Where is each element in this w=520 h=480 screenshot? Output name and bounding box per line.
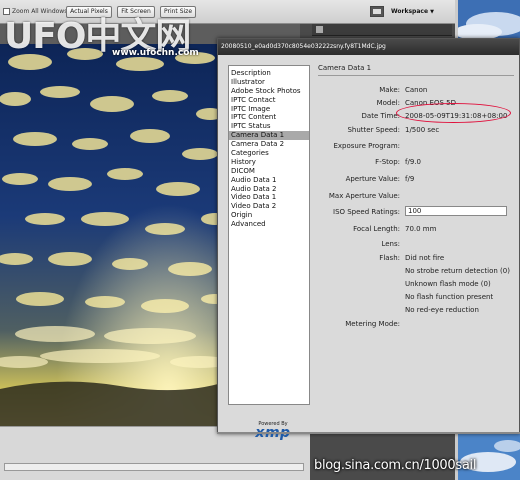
- aperture-value-label: Aperture Value:: [345, 175, 400, 183]
- lens-label: Lens:: [381, 240, 400, 248]
- xmp-badge: Powered By xmp: [248, 421, 298, 440]
- category-item[interactable]: Description: [229, 69, 309, 78]
- category-item[interactable]: DICOM: [229, 167, 309, 176]
- category-item[interactable]: Advanced: [229, 220, 309, 229]
- iso-field[interactable]: 100: [405, 206, 507, 216]
- category-item[interactable]: IPTC Content: [229, 113, 309, 122]
- category-item[interactable]: IPTC Status: [229, 122, 309, 131]
- focal-length-value: 70.0 mm: [405, 225, 437, 233]
- file-info-dialog: 20080510_e0ad0d370c8054e03222zsny.fy8T1M…: [217, 38, 520, 440]
- category-item[interactable]: Audio Data 1: [229, 176, 309, 185]
- category-item[interactable]: IPTC Contact: [229, 96, 309, 105]
- shutter-speed-value: 1/500 sec: [405, 126, 440, 134]
- exposure-program-label: Exposure Program:: [333, 142, 400, 150]
- datetime-highlight-circle: [396, 103, 511, 123]
- sky-thumbnail[interactable]: [458, 0, 520, 40]
- category-item[interactable]: Illustrator: [229, 78, 309, 87]
- flash-value: No strobe return detection (0): [405, 267, 510, 275]
- workspace-icon[interactable]: [370, 6, 384, 17]
- iso-label: ISO Speed Ratings:: [333, 208, 400, 216]
- horizontal-scrollbar[interactable]: [4, 463, 304, 471]
- category-item[interactable]: Video Data 1: [229, 193, 309, 202]
- flash-label: Flash:: [379, 254, 400, 262]
- photo-canvas[interactable]: [0, 44, 225, 426]
- shutter-speed-label: Shutter Speed:: [347, 126, 400, 134]
- workspace-button[interactable]: Workspace ▼: [391, 6, 441, 18]
- workspace-label: Workspace: [391, 8, 429, 15]
- category-item[interactable]: Origin: [229, 211, 309, 220]
- model-label: Model:: [376, 99, 400, 107]
- ufo-logo: UFO中文网 www.ufochn.com: [0, 10, 215, 59]
- category-item[interactable]: History: [229, 158, 309, 167]
- dialog-title: 20080510_e0ad0d370c8054e03222zsny.fy8T1M…: [218, 39, 519, 55]
- fstop-label: F-Stop:: [375, 158, 400, 166]
- make-value: Canon: [405, 86, 428, 94]
- flash-value: No red-eye reduction: [405, 306, 479, 314]
- flash-value: Did not fire: [405, 254, 445, 262]
- fstop-value: f/9.0: [405, 158, 421, 166]
- blog-watermark: blog.sina.com.cn/1000sail: [314, 458, 477, 473]
- category-item[interactable]: IPTC Image: [229, 105, 309, 114]
- flash-value: No flash function present: [405, 293, 494, 301]
- chevron-down-icon: ▼: [430, 9, 434, 15]
- focal-length-label: Focal Length:: [353, 225, 400, 233]
- flash-value: Unknown flash mode (0): [405, 280, 491, 288]
- max-aperture-label: Max Aperture Value:: [328, 192, 400, 200]
- make-label: Make:: [379, 86, 400, 94]
- datetime-label: Date Time:: [361, 112, 400, 120]
- section-title: Camera Data 1: [318, 64, 372, 72]
- dialog-bottom-edge: [217, 432, 520, 434]
- category-item[interactable]: Categories: [229, 149, 309, 158]
- category-item[interactable]: Video Data 2: [229, 202, 309, 211]
- ufo-logo-url: www.ufochn.com: [112, 48, 199, 58]
- metering-mode-label: Metering Mode:: [345, 320, 400, 328]
- section-divider: [318, 75, 514, 76]
- close-icon[interactable]: [316, 26, 323, 33]
- category-item[interactable]: Adobe Stock Photos: [229, 87, 309, 96]
- category-item[interactable]: Camera Data 1: [229, 131, 309, 141]
- category-list[interactable]: Description Illustrator Adobe Stock Photos…: [228, 65, 310, 405]
- category-item[interactable]: Audio Data 2: [229, 185, 309, 194]
- panel-tab[interactable]: [312, 24, 452, 36]
- category-item[interactable]: Camera Data 2: [229, 140, 309, 149]
- aperture-value-value: f/9: [405, 175, 415, 183]
